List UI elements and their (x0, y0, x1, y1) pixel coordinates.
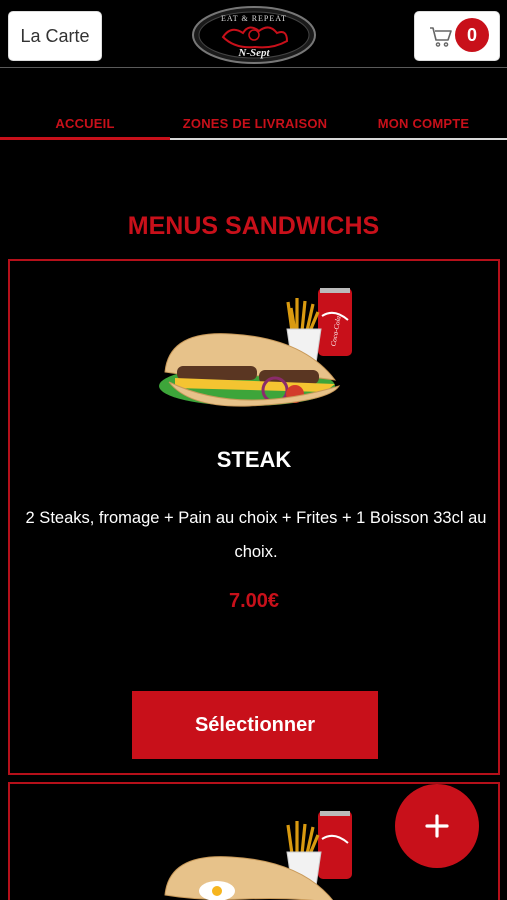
nav-tabs: ACCUEIL ZONES DE LIVRAISON MON COMPTE (0, 110, 507, 140)
product-name: STEAK (216, 447, 292, 472)
tab-zones-de-livraison[interactable]: ZONES DE LIVRAISON (170, 110, 340, 140)
cart-count: 0 (466, 24, 477, 45)
product-price: 7.00€ (228, 590, 280, 612)
la-carte-button[interactable]: La Carte (8, 11, 102, 61)
la-carte-label: La Carte (20, 25, 90, 46)
top-bar: La Carte EAT & REPEAT N-Sept 0 (0, 0, 507, 68)
tab-mon-compte[interactable]: MON COMPTE (340, 110, 507, 140)
logo[interactable]: EAT & REPEAT N-Sept (191, 5, 317, 65)
logo-top-text: EAT & REPEAT (221, 14, 287, 23)
cart-button[interactable]: 0 (414, 11, 500, 61)
logo-bottom-text: N-Sept (237, 47, 270, 59)
plus-icon (425, 814, 449, 838)
cart-icon (430, 27, 452, 47)
product-description: 2 Steaks, fromage + Pain au choix + Frit… (25, 509, 487, 561)
cart-count-badge: 0 (455, 18, 489, 52)
sandwich-fries-soda-image: Coca-Cola (159, 288, 352, 407)
add-fab-button[interactable] (395, 784, 479, 868)
sandwich-egg-fries-soda-image (164, 811, 352, 900)
product-card: Coca-Cola STEAK 2 Steaks, fromage + Pain… (8, 259, 500, 775)
section-title: MENUS SANDWICHS (127, 212, 380, 240)
select-button[interactable]: Sélectionner (132, 691, 378, 759)
tab-accueil[interactable]: ACCUEIL (0, 110, 170, 140)
